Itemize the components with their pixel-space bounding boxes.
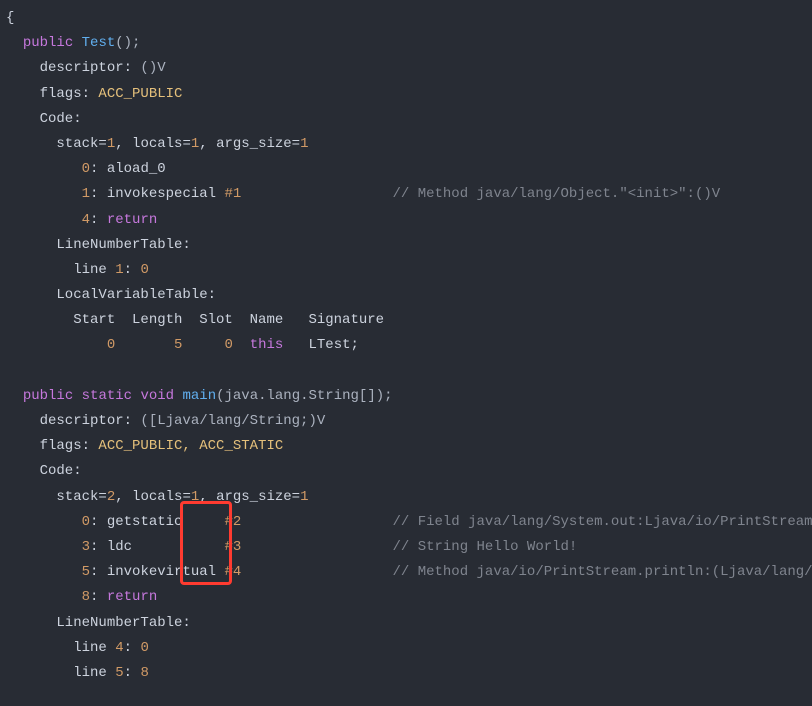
- code-line: 0: aload_0: [6, 161, 166, 177]
- code-line: 8: return: [6, 589, 157, 605]
- code-line: 0: getstatic #2 // Field java/lang/Syste…: [6, 514, 812, 530]
- code-line: line 5: 8: [6, 665, 149, 681]
- code-line: 0 5 0 this LTest;: [6, 337, 359, 353]
- code-line: descriptor: ()V: [6, 60, 166, 76]
- code-line: LineNumberTable:: [6, 237, 191, 253]
- code-line: LineNumberTable:: [6, 615, 191, 631]
- code-line: {: [6, 10, 14, 26]
- code-line: Code:: [6, 463, 82, 479]
- code-line: Code:: [6, 111, 82, 127]
- code-line: line 1: 0: [6, 262, 149, 278]
- code-line: LocalVariableTable:: [6, 287, 216, 303]
- code-line: public Test();: [6, 35, 140, 51]
- code-line: stack=1, locals=1, args_size=1: [6, 136, 309, 152]
- code-line: 3: ldc #3 // String Hello World!: [6, 539, 577, 555]
- code-line: 4: return: [6, 212, 157, 228]
- code-line: stack=2, locals=1, args_size=1: [6, 489, 309, 505]
- code-line: Start Length Slot Name Signature: [6, 312, 384, 328]
- code-line: flags: ACC_PUBLIC, ACC_STATIC: [6, 438, 283, 454]
- code-line: flags: ACC_PUBLIC: [6, 86, 182, 102]
- code-line: descriptor: ([Ljava/lang/String;)V: [6, 413, 325, 429]
- code-line: public static void main(java.lang.String…: [6, 388, 393, 404]
- code-line: 1: invokespecial #1 // Method java/lang/…: [6, 186, 720, 202]
- code-line: line 4: 0: [6, 640, 149, 656]
- code-line: 5: invokevirtual #4 // Method java/io/Pr…: [6, 564, 812, 580]
- code-block: { public Test(); descriptor: ()V flags: …: [0, 0, 812, 706]
